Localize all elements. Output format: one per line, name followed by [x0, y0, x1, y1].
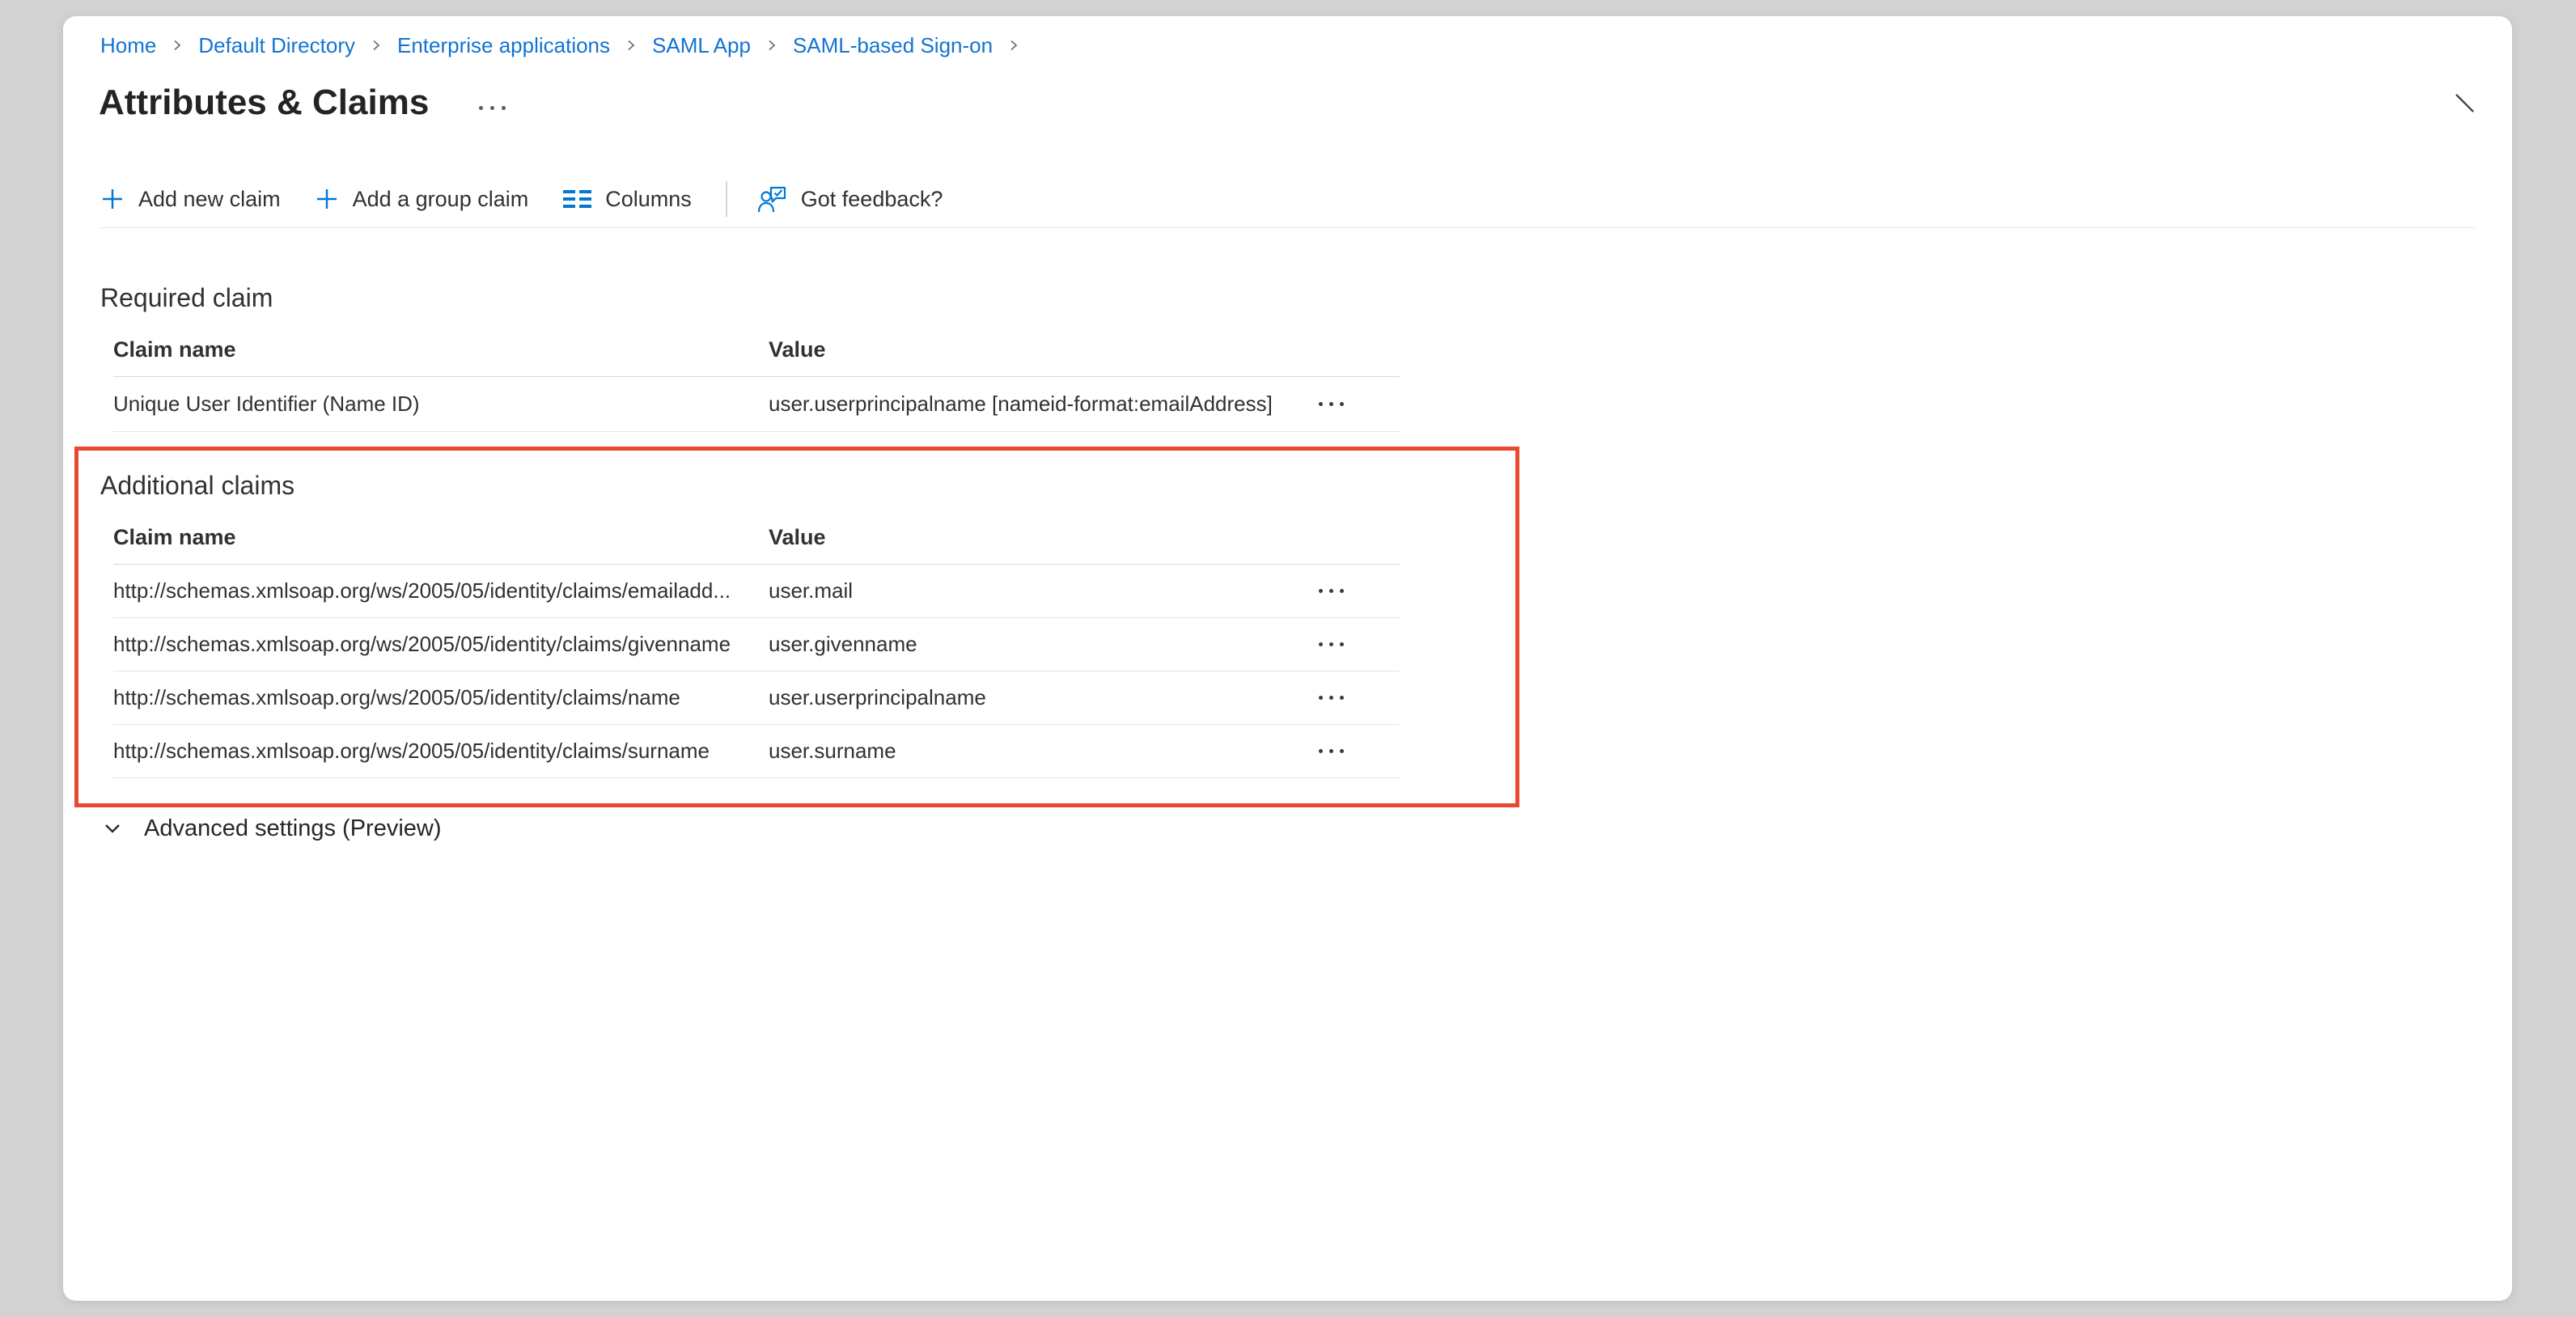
chevron-right-icon: [1006, 38, 1021, 53]
required-claim-rows: Unique User Identifier (Name ID) user.us…: [113, 377, 1400, 432]
breadcrumb-link[interactable]: Enterprise applications: [397, 33, 610, 57]
table-row[interactable]: http://schemas.xmlsoap.org/ws/2005/05/id…: [113, 618, 1400, 671]
row-context-menu-button[interactable]: [1311, 633, 1352, 656]
claim-name-cell: http://schemas.xmlsoap.org/ws/2005/05/id…: [113, 739, 769, 764]
page-background: { "colors": { "background": "#d2d2d2", "…: [0, 0, 2576, 1317]
claim-name-cell: http://schemas.xmlsoap.org/ws/2005/05/id…: [113, 632, 769, 657]
attributes-claims-panel: Home Default Directory Enterprise applic…: [63, 16, 2512, 1301]
additional-claims-table: Claim name Value http://schemas.xmlsoap.…: [113, 511, 1400, 778]
row-context-menu-button[interactable]: [1311, 686, 1352, 709]
more-options-icon[interactable]: [479, 106, 506, 110]
breadcrumb-link[interactable]: Home: [100, 33, 156, 57]
chevron-down-icon: [100, 816, 125, 841]
feedback-icon: [756, 184, 787, 214]
row-context-menu-button[interactable]: [1311, 579, 1352, 603]
required-claim-table: Claim name Value Unique User Identifier …: [113, 324, 1400, 432]
got-feedback-button[interactable]: Got feedback?: [756, 184, 943, 214]
table-row[interactable]: http://schemas.xmlsoap.org/ws/2005/05/id…: [113, 725, 1400, 778]
plus-icon: [315, 187, 339, 211]
chevron-right-icon: [765, 38, 779, 53]
required-claim-heading: Required claim: [100, 282, 273, 314]
add-new-claim-button[interactable]: Add new claim: [100, 187, 281, 212]
breadcrumb-link[interactable]: Default Directory: [198, 33, 355, 57]
advanced-settings-toggle[interactable]: Advanced settings (Preview): [100, 812, 442, 845]
additional-claims-heading: Additional claims: [100, 469, 294, 502]
claim-name-cell: Unique User Identifier (Name ID): [113, 392, 769, 417]
command-bar: Add new claim Add a group claim: [100, 178, 977, 220]
breadcrumb-link[interactable]: SAML App: [652, 33, 751, 57]
chevron-right-icon: [624, 38, 638, 53]
claim-value-cell: user.userprincipalname: [769, 685, 1262, 710]
chevron-right-icon: [170, 38, 184, 53]
advanced-settings-label: Advanced settings (Preview): [144, 815, 442, 842]
add-new-claim-label: Add new claim: [138, 187, 281, 212]
breadcrumb-link[interactable]: SAML-based Sign-on: [793, 33, 993, 57]
table-header-row: Claim name Value: [113, 511, 1400, 565]
row-context-menu-button[interactable]: [1311, 739, 1352, 763]
close-button[interactable]: [2447, 85, 2482, 121]
additional-claims-rows: http://schemas.xmlsoap.org/ws/2005/05/id…: [113, 565, 1400, 778]
toolbar-divider: [726, 181, 727, 217]
table-row[interactable]: http://schemas.xmlsoap.org/ws/2005/05/id…: [113, 565, 1400, 618]
got-feedback-label: Got feedback?: [801, 187, 943, 212]
table-row[interactable]: http://schemas.xmlsoap.org/ws/2005/05/id…: [113, 671, 1400, 725]
breadcrumb: Home Default Directory Enterprise applic…: [100, 33, 1035, 57]
column-header-value: Value: [769, 525, 1262, 550]
add-group-claim-label: Add a group claim: [353, 187, 529, 212]
claim-value-cell: user.mail: [769, 578, 1262, 603]
claim-value-cell: user.userprincipalname [nameid-format:em…: [769, 392, 1262, 417]
close-icon: [2452, 91, 2477, 116]
column-header-value: Value: [769, 337, 1262, 362]
chevron-right-icon: [369, 38, 383, 53]
claim-name-cell: http://schemas.xmlsoap.org/ws/2005/05/id…: [113, 685, 769, 710]
table-header-row: Claim name Value: [113, 324, 1400, 377]
claim-value-cell: user.givenname: [769, 632, 1262, 657]
plus-icon: [100, 187, 125, 211]
column-header-claim-name: Claim name: [113, 525, 769, 550]
table-row[interactable]: Unique User Identifier (Name ID) user.us…: [113, 377, 1400, 432]
columns-button[interactable]: Columns: [562, 187, 692, 212]
columns-label: Columns: [605, 187, 692, 212]
claim-value-cell: user.surname: [769, 739, 1262, 764]
page-title: Attributes & Claims: [99, 81, 429, 125]
add-group-claim-button[interactable]: Add a group claim: [315, 187, 529, 212]
row-context-menu-button[interactable]: [1311, 392, 1352, 416]
columns-icon: [562, 187, 591, 211]
column-header-claim-name: Claim name: [113, 337, 769, 362]
toolbar-rule: [100, 227, 2475, 228]
title-row: Attributes & Claims: [99, 81, 506, 125]
claim-name-cell: http://schemas.xmlsoap.org/ws/2005/05/id…: [113, 578, 769, 603]
